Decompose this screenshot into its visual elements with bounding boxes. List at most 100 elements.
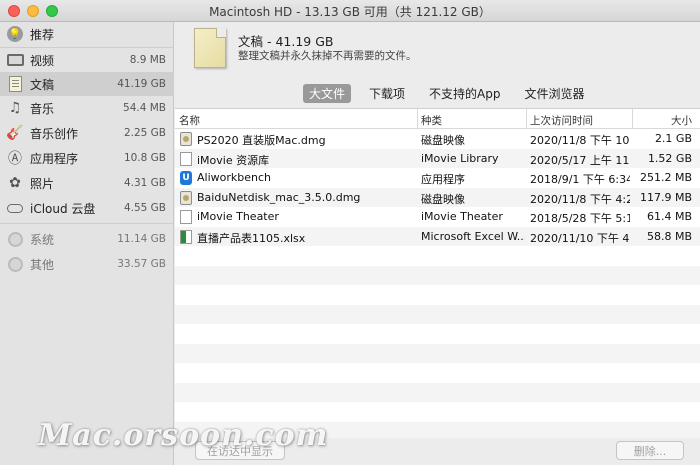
empty-row bbox=[175, 402, 700, 422]
table-row[interactable]: 直播产品表1105.xlsx Microsoft Excel W... 2020… bbox=[175, 226, 700, 246]
table-row[interactable]: BaiduNetdisk_mac_3.5.0.dmg 磁盘映像 2020/11/… bbox=[175, 187, 700, 207]
empty-row bbox=[175, 265, 700, 285]
sidebar-item-label: 音乐 bbox=[30, 101, 55, 116]
monitor-icon bbox=[6, 51, 24, 69]
window-title: Macintosh HD - 13.13 GB 可用（共 121.12 GB） bbox=[209, 5, 491, 19]
file-size: 1.52 GB bbox=[647, 151, 692, 165]
file-kind: 磁盘映像 bbox=[421, 192, 465, 206]
title-bar: Macintosh HD - 13.13 GB 可用（共 121.12 GB） bbox=[0, 0, 700, 22]
empty-row bbox=[175, 421, 700, 438]
sidebar-item-size: 11.14 GB bbox=[117, 233, 166, 245]
empty-row bbox=[175, 304, 700, 324]
file-name: iMovie 资源库 bbox=[197, 153, 270, 167]
file-table: 名称 种类 上次访问时间 大小 PS2020 直装版Mac.dmg 磁盘映像 2… bbox=[175, 108, 700, 438]
application-icon: U bbox=[180, 171, 192, 185]
table-row[interactable]: PS2020 直装版Mac.dmg 磁盘映像 2020/11/8 下午 10:.… bbox=[175, 129, 700, 149]
music-note-icon: ♫ bbox=[8, 100, 22, 116]
cloud-icon bbox=[6, 199, 24, 217]
other-disc-icon bbox=[6, 255, 24, 273]
document-icon bbox=[6, 75, 24, 93]
main-panel: 文稿 - 41.19 GB 整理文稿并永久抹掉不再需要的文件。 大文件 下载项 … bbox=[175, 22, 700, 465]
photos-icon: ✿ bbox=[9, 175, 21, 191]
header-last-accessed[interactable]: 上次访问时间 bbox=[530, 113, 593, 128]
sidebar-item-size: 4.55 GB bbox=[123, 202, 166, 214]
sidebar-item-label: 照片 bbox=[30, 176, 55, 191]
sidebar-item-music-creation[interactable]: 🎸 音乐创作 2.25 GB bbox=[0, 121, 174, 145]
file-date: 2020/11/8 下午 10:... bbox=[530, 134, 630, 147]
tab-large-files[interactable]: 大文件 bbox=[303, 84, 352, 103]
table-header: 名称 种类 上次访问时间 大小 bbox=[175, 109, 700, 129]
empty-row bbox=[175, 324, 700, 344]
empty-row bbox=[175, 246, 700, 266]
header-name[interactable]: 名称 bbox=[179, 113, 200, 128]
table-row[interactable]: U Aliworkbench 应用程序 2018/9/1 下午 6:34 251… bbox=[175, 168, 700, 188]
sidebar-item-size: 2.25 GB bbox=[123, 127, 166, 139]
file-date: 2018/9/1 下午 6:34 bbox=[530, 173, 630, 186]
file-date: 2020/11/10 下午 4:... bbox=[530, 231, 630, 245]
sidebar-item-label: 推荐 bbox=[30, 27, 55, 42]
sidebar-item-label: 音乐创作 bbox=[30, 126, 79, 141]
tab-file-browser[interactable]: 文件浏览器 bbox=[518, 84, 590, 103]
header-size[interactable]: 大小 bbox=[671, 113, 692, 128]
empty-row bbox=[175, 285, 700, 305]
sidebar-item-system: 系统 11.14 GB bbox=[0, 227, 174, 251]
sidebar-divider bbox=[0, 223, 174, 224]
sidebar-item-size: 4.31 GB bbox=[123, 177, 166, 189]
file-name: Aliworkbench bbox=[197, 171, 271, 184]
sidebar: 💡 推荐 视频 8.9 MB 文稿 41.19 GB ♫ 音乐 54.4 MB … bbox=[0, 22, 174, 465]
recommend-icon: 💡 bbox=[6, 25, 24, 43]
empty-row bbox=[175, 382, 700, 402]
disk-image-icon bbox=[180, 132, 192, 146]
file-size: 58.8 MB bbox=[646, 229, 692, 243]
file-kind: iMovie Library bbox=[421, 151, 499, 165]
file-size: 61.4 MB bbox=[646, 210, 692, 223]
file-name: BaiduNetdisk_mac_3.5.0.dmg bbox=[197, 190, 361, 204]
sidebar-item-other: 其他 33.57 GB bbox=[0, 252, 174, 276]
sidebar-item-documents[interactable]: 文稿 41.19 GB bbox=[0, 72, 174, 96]
table-row[interactable]: iMovie Theater iMovie Theater 2018/5/28 … bbox=[175, 207, 700, 227]
sidebar-item-label: iCloud 云盘 bbox=[30, 201, 96, 216]
document-file-icon bbox=[180, 210, 192, 224]
file-size: 2.1 GB bbox=[654, 132, 692, 145]
file-date: 2020/5/17 上午 11:... bbox=[530, 153, 630, 167]
documents-large-icon bbox=[194, 28, 226, 68]
sidebar-item-size: 8.9 MB bbox=[129, 54, 166, 66]
sidebar-item-videos[interactable]: 视频 8.9 MB bbox=[0, 48, 174, 72]
file-name: iMovie Theater bbox=[197, 210, 279, 223]
header-kind[interactable]: 种类 bbox=[421, 113, 442, 128]
sidebar-item-applications[interactable]: Ⓐ 应用程序 10.8 GB bbox=[0, 146, 174, 170]
sidebar-item-photos[interactable]: ✿ 照片 4.31 GB bbox=[0, 171, 174, 195]
file-kind: Microsoft Excel W... bbox=[421, 229, 525, 243]
tab-bar: 大文件 下载项 不支持的App 文件浏览器 bbox=[303, 84, 603, 104]
file-name: 直播产品表1105.xlsx bbox=[197, 231, 306, 245]
sidebar-item-size: 10.8 GB bbox=[123, 152, 166, 164]
sidebar-item-music[interactable]: ♫ 音乐 54.4 MB bbox=[0, 96, 174, 120]
empty-row bbox=[175, 343, 700, 363]
empty-row bbox=[175, 363, 700, 383]
sidebar-item-recommend[interactable]: 💡 推荐 bbox=[0, 22, 174, 46]
spreadsheet-icon bbox=[180, 229, 192, 244]
sidebar-item-label: 系统 bbox=[30, 232, 55, 247]
system-disc-icon bbox=[6, 230, 24, 248]
show-in-finder-button[interactable]: 在访达中显示 bbox=[195, 441, 285, 460]
sidebar-item-size: 33.57 GB bbox=[117, 258, 166, 270]
app-store-icon: Ⓐ bbox=[8, 151, 22, 167]
tab-downloads[interactable]: 下载项 bbox=[363, 84, 411, 103]
sidebar-item-size: 41.19 GB bbox=[117, 78, 166, 90]
file-kind: iMovie Theater bbox=[421, 210, 503, 223]
file-size: 117.9 MB bbox=[639, 190, 692, 204]
sidebar-item-label: 视频 bbox=[30, 53, 55, 68]
file-kind: 应用程序 bbox=[421, 173, 465, 186]
category-description: 整理文稿并永久抹掉不再需要的文件。 bbox=[238, 50, 417, 62]
file-date: 2018/5/28 下午 5:11 bbox=[530, 212, 630, 225]
delete-button[interactable]: 删除... bbox=[616, 441, 684, 460]
file-size: 251.2 MB bbox=[639, 171, 692, 184]
sidebar-item-label: 应用程序 bbox=[30, 151, 79, 166]
table-row[interactable]: iMovie 资源库 iMovie Library 2020/5/17 上午 1… bbox=[175, 148, 700, 168]
sidebar-item-icloud[interactable]: iCloud 云盘 4.55 GB bbox=[0, 196, 174, 220]
guitar-icon: 🎸 bbox=[6, 125, 24, 141]
sidebar-item-label: 文稿 bbox=[30, 77, 55, 92]
file-kind: 磁盘映像 bbox=[421, 134, 465, 147]
file-name: PS2020 直装版Mac.dmg bbox=[197, 134, 326, 147]
tab-unsupported-apps[interactable]: 不支持的App bbox=[423, 84, 506, 103]
